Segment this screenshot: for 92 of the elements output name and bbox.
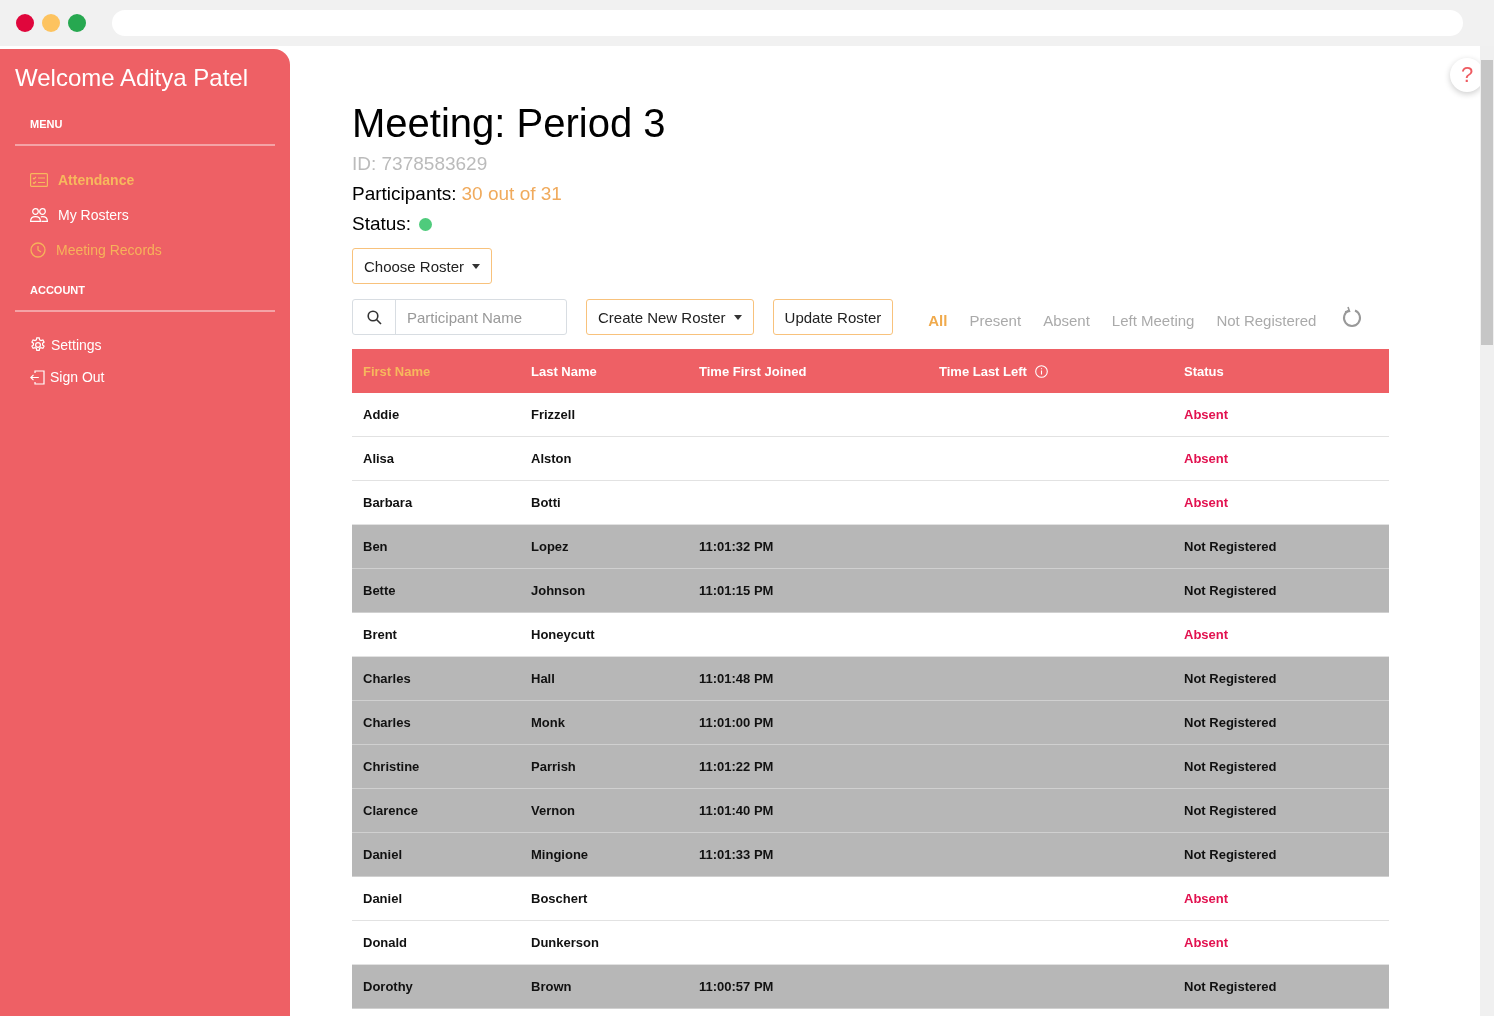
sign-out-icon — [30, 369, 45, 385]
table-cell-text: 11:01:48 PM — [698, 671, 775, 686]
table-cell-text: Lopez — [530, 539, 570, 554]
settings-icon — [30, 337, 46, 353]
filter-tab[interactable]: Absent — [1043, 311, 1090, 329]
table-cell-text: Not Registered — [1183, 583, 1278, 598]
table-cell-text: Not Registered — [1183, 715, 1278, 730]
table-cell-text: Absent — [1183, 891, 1230, 906]
filter-tab[interactable]: All — [928, 311, 948, 329]
table-cell-text: Charles — [362, 715, 412, 730]
table-cell-text: Hall — [530, 671, 556, 686]
caret-icon — [472, 263, 481, 269]
update-roster-button[interactable]: Update Roster — [772, 299, 894, 335]
table-cell-text: Parrish — [530, 759, 577, 774]
table-cell-text: Not Registered — [1183, 759, 1278, 774]
sidebar-item[interactable]: Sign Out — [30, 369, 275, 385]
search-field[interactable]: Participant Name — [352, 299, 567, 335]
column-header[interactable]: Last Name — [520, 363, 688, 379]
column-header[interactable]: Time Last Left — [928, 363, 1173, 379]
table-cell-text: Alston — [530, 451, 573, 466]
table-cell-text: Mingione — [530, 847, 590, 862]
column-header[interactable]: Time First Joined — [688, 363, 928, 379]
table-cell-text: Vernon — [530, 803, 577, 818]
people-icon — [30, 208, 48, 222]
status-label: Status: — [352, 213, 412, 235]
filter-tab[interactable]: Not Registered — [1216, 311, 1317, 329]
checklist-icon — [30, 173, 48, 187]
table-cell-text: Absent — [1183, 627, 1230, 642]
table-cell-text: 11:01:15 PM — [698, 583, 775, 598]
table-cell-text: Johnson — [530, 583, 587, 598]
column-header[interactable]: Status — [1173, 363, 1389, 379]
column-header[interactable]: First Name — [352, 363, 520, 379]
table-cell-text: Boschert — [530, 891, 589, 906]
table-cell-text: Bette — [362, 583, 397, 598]
search-icon — [366, 309, 382, 325]
table-cell-text: Not Registered — [1183, 671, 1278, 686]
table-cell-text: Honeycutt — [530, 627, 596, 642]
table-cell-text: Clarence — [362, 803, 419, 818]
sidebar-item[interactable]: Meeting Records — [30, 242, 275, 258]
table-cell-text: Monk — [530, 715, 566, 730]
caret-icon — [733, 314, 742, 320]
table-cell-text: 11:01:22 PM — [698, 759, 775, 774]
table-cell-text: Donald — [362, 935, 409, 950]
clock-icon — [30, 242, 46, 258]
table-cell-text: Alisa — [362, 451, 396, 466]
sidebar-item[interactable]: Settings — [30, 337, 275, 353]
table-cell-text: Absent — [1183, 935, 1230, 950]
section-heading: MENU — [30, 118, 64, 130]
info-icon — [1034, 364, 1048, 378]
table-cell-text: Frizzell — [530, 407, 577, 422]
table-cell-text: Absent — [1183, 451, 1230, 466]
filter-tab[interactable]: Present — [969, 311, 1022, 329]
table-cell-text: 11:01:33 PM — [698, 847, 775, 862]
table-cell-text: Barbara — [362, 495, 414, 510]
welcome-title: Welcome Aditya Patel — [15, 64, 249, 92]
table-cell-text: Daniel — [362, 891, 403, 906]
sidebar-item[interactable]: Attendance — [30, 172, 275, 188]
table-cell-text: 11:01:32 PM — [698, 539, 775, 554]
table-cell-text: Not Registered — [1183, 979, 1278, 994]
table-cell-text: Not Registered — [1183, 847, 1278, 862]
table-cell-text: 11:01:00 PM — [698, 715, 775, 730]
table-cell-text: Dorothy — [362, 979, 414, 994]
table-cell-text: Brown — [530, 979, 573, 994]
choose-roster-dropdown[interactable]: Choose Roster — [352, 248, 493, 284]
participants-count: 30 out of 31 — [461, 183, 562, 205]
table-cell-text: Brent — [362, 627, 398, 642]
meeting-title: Meeting: Period 3 — [352, 100, 667, 147]
table-cell-text: Botti — [530, 495, 562, 510]
table-cell-text: Not Registered — [1183, 539, 1278, 554]
table-cell-text: Addie — [362, 407, 401, 422]
table-cell-text: 11:00:57 PM — [698, 979, 775, 994]
maximize-dot[interactable] — [68, 14, 86, 32]
table-cell-text: Charles — [362, 671, 412, 686]
table-cell-text: Ben — [362, 539, 389, 554]
table-cell-text: Absent — [1183, 495, 1230, 510]
refresh-icon[interactable] — [1342, 306, 1363, 328]
table-cell-text: Daniel — [362, 847, 403, 862]
sidebar-item[interactable]: My Rosters — [30, 207, 275, 223]
filter-tab[interactable]: Left Meeting — [1111, 311, 1195, 329]
table-cell-text: Christine — [362, 759, 421, 774]
meeting-id: ID: 7378583629 — [352, 153, 489, 175]
scrollbar[interactable] — [1480, 46, 1494, 1016]
close-dot[interactable] — [16, 14, 34, 32]
table-cell-text: 11:01:40 PM — [698, 803, 775, 818]
minimize-dot[interactable] — [42, 14, 60, 32]
create-roster-dropdown[interactable]: Create New Roster — [586, 299, 754, 335]
table-cell-text: Dunkerson — [530, 935, 600, 950]
table-cell-text: Not Registered — [1183, 803, 1278, 818]
scrollbar-thumb[interactable] — [1481, 60, 1493, 345]
participants-label: Participants: — [352, 183, 457, 205]
table-cell-text: Absent — [1183, 407, 1230, 422]
section-heading: ACCOUNT — [30, 284, 86, 296]
